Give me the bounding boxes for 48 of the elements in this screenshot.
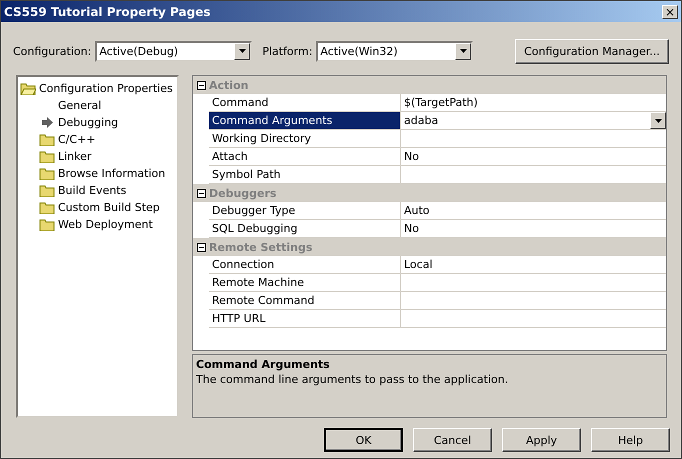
configuration-dropdown[interactable]: Active(Debug) — [95, 40, 252, 62]
dialog-button[interactable]: OK — [324, 428, 403, 452]
tree-item[interactable]: Build Events — [58, 184, 126, 197]
tree-item[interactable]: General — [58, 99, 102, 112]
property-value[interactable]: $(TargetPath) — [401, 94, 666, 111]
caret-icon — [238, 49, 246, 53]
description-text: The command line arguments to pass to the application. — [196, 373, 510, 386]
caret-icon — [654, 118, 662, 122]
folder-icon — [39, 167, 55, 180]
close-button[interactable]: × — [662, 4, 678, 18]
tree-item[interactable]: Configuration Properties — [39, 82, 173, 95]
dialog-button[interactable]: Cancel — [413, 428, 492, 452]
collapse-icon[interactable] — [196, 80, 206, 90]
caret-icon — [460, 49, 467, 53]
folder-icon — [39, 201, 55, 214]
platform-dropdown[interactable]: Active(Win32) — [316, 40, 474, 62]
arrow-icon — [39, 116, 55, 129]
folder-icon — [39, 133, 55, 146]
window-title: CS559 Tutorial Property Pages — [4, 4, 210, 18]
collapse-icon[interactable] — [196, 242, 206, 252]
property-value[interactable]: Local — [401, 256, 666, 273]
open-folder-icon — [20, 82, 36, 95]
property-name[interactable]: Command Arguments — [209, 112, 401, 129]
tree-item[interactable]: Debugging — [58, 116, 118, 129]
tree-item[interactable]: Web Deployment — [58, 218, 153, 231]
description-title: Command Arguments — [196, 358, 331, 372]
configuration-label: Configuration: — [13, 44, 92, 58]
collapse-icon[interactable] — [196, 188, 206, 198]
folder-icon — [39, 218, 55, 231]
property-name[interactable]: Attach — [209, 148, 401, 165]
tree-item[interactable]: C/C++ — [58, 133, 96, 146]
dialog-button[interactable]: Help — [591, 428, 670, 452]
property-value[interactable]: No — [401, 148, 666, 165]
category-title: Remote Settings — [209, 240, 312, 254]
property-name[interactable]: Working Directory — [209, 130, 401, 147]
configuration-manager-button[interactable]: Configuration Manager... — [515, 38, 669, 64]
property-value[interactable]: No — [401, 220, 666, 237]
dialog-button[interactable]: Apply — [502, 428, 581, 452]
category-title: Debuggers — [209, 186, 276, 200]
tree-item[interactable]: Browse Information — [58, 167, 166, 180]
folder-icon — [39, 184, 55, 197]
property-value[interactable]: adaba — [401, 112, 666, 129]
platform-label: Platform: — [262, 44, 312, 58]
folder-icon — [39, 150, 55, 163]
category-title: Action — [209, 78, 248, 92]
tree-item[interactable]: Custom Build Step — [58, 201, 160, 214]
property-value[interactable]: Auto — [401, 202, 666, 219]
tree-item[interactable]: Linker — [58, 150, 92, 163]
